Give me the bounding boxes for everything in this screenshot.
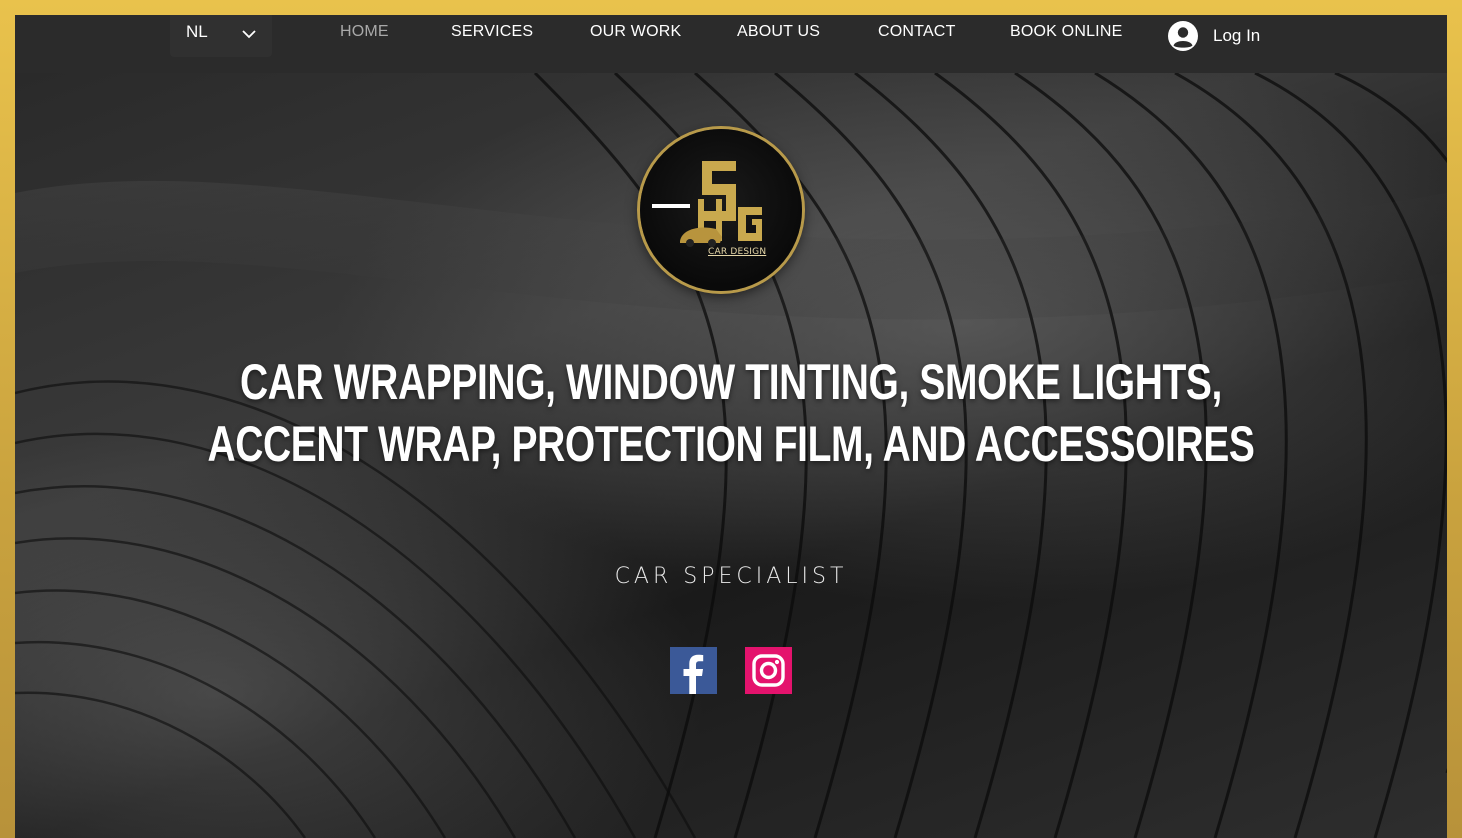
nav-about-us[interactable]: ABOUT US <box>737 23 820 41</box>
hero-section: CAR DESIGN CAR WRAPPING, WINDOW TINTING,… <box>15 73 1447 838</box>
company-logo[interactable]: CAR DESIGN <box>640 129 802 291</box>
smg-logo-mark <box>652 161 762 247</box>
language-code: NL <box>186 22 208 41</box>
nav-contact[interactable]: CONTACT <box>878 23 956 41</box>
instagram-icon <box>752 654 785 687</box>
hero-subtitle: CAR SPECIALIST <box>614 564 848 589</box>
instagram-link[interactable] <box>745 647 792 694</box>
facebook-icon <box>683 654 704 694</box>
language-selector[interactable]: NL <box>170 15 272 57</box>
chevron-down-icon <box>242 30 256 39</box>
login-button[interactable]: Log In <box>1167 18 1260 54</box>
hero-headline: CAR WRAPPING, WINDOW TINTING, SMOKE LIGH… <box>173 351 1290 475</box>
headline-line-2: ACCENT WRAP, PROTECTION FILM, AND ACCESS… <box>207 416 1255 472</box>
nav-services[interactable]: SERVICES <box>451 23 533 41</box>
headline-line-1: CAR WRAPPING, WINDOW TINTING, SMOKE LIGH… <box>239 354 1223 410</box>
nav-home[interactable]: HOME <box>340 23 389 41</box>
logo-subtitle: CAR DESIGN <box>708 247 767 257</box>
top-navigation-bar: NL HOME SERVICES OUR WORK ABOUT US CONTA… <box>15 15 1447 73</box>
facebook-link[interactable] <box>670 647 717 694</box>
nav-our-work[interactable]: OUR WORK <box>590 23 681 41</box>
page-frame: NL HOME SERVICES OUR WORK ABOUT US CONTA… <box>15 15 1447 838</box>
nav-book-online[interactable]: BOOK ONLINE <box>1010 23 1122 41</box>
user-avatar-icon <box>1168 21 1198 51</box>
login-label: Log In <box>1213 26 1261 45</box>
